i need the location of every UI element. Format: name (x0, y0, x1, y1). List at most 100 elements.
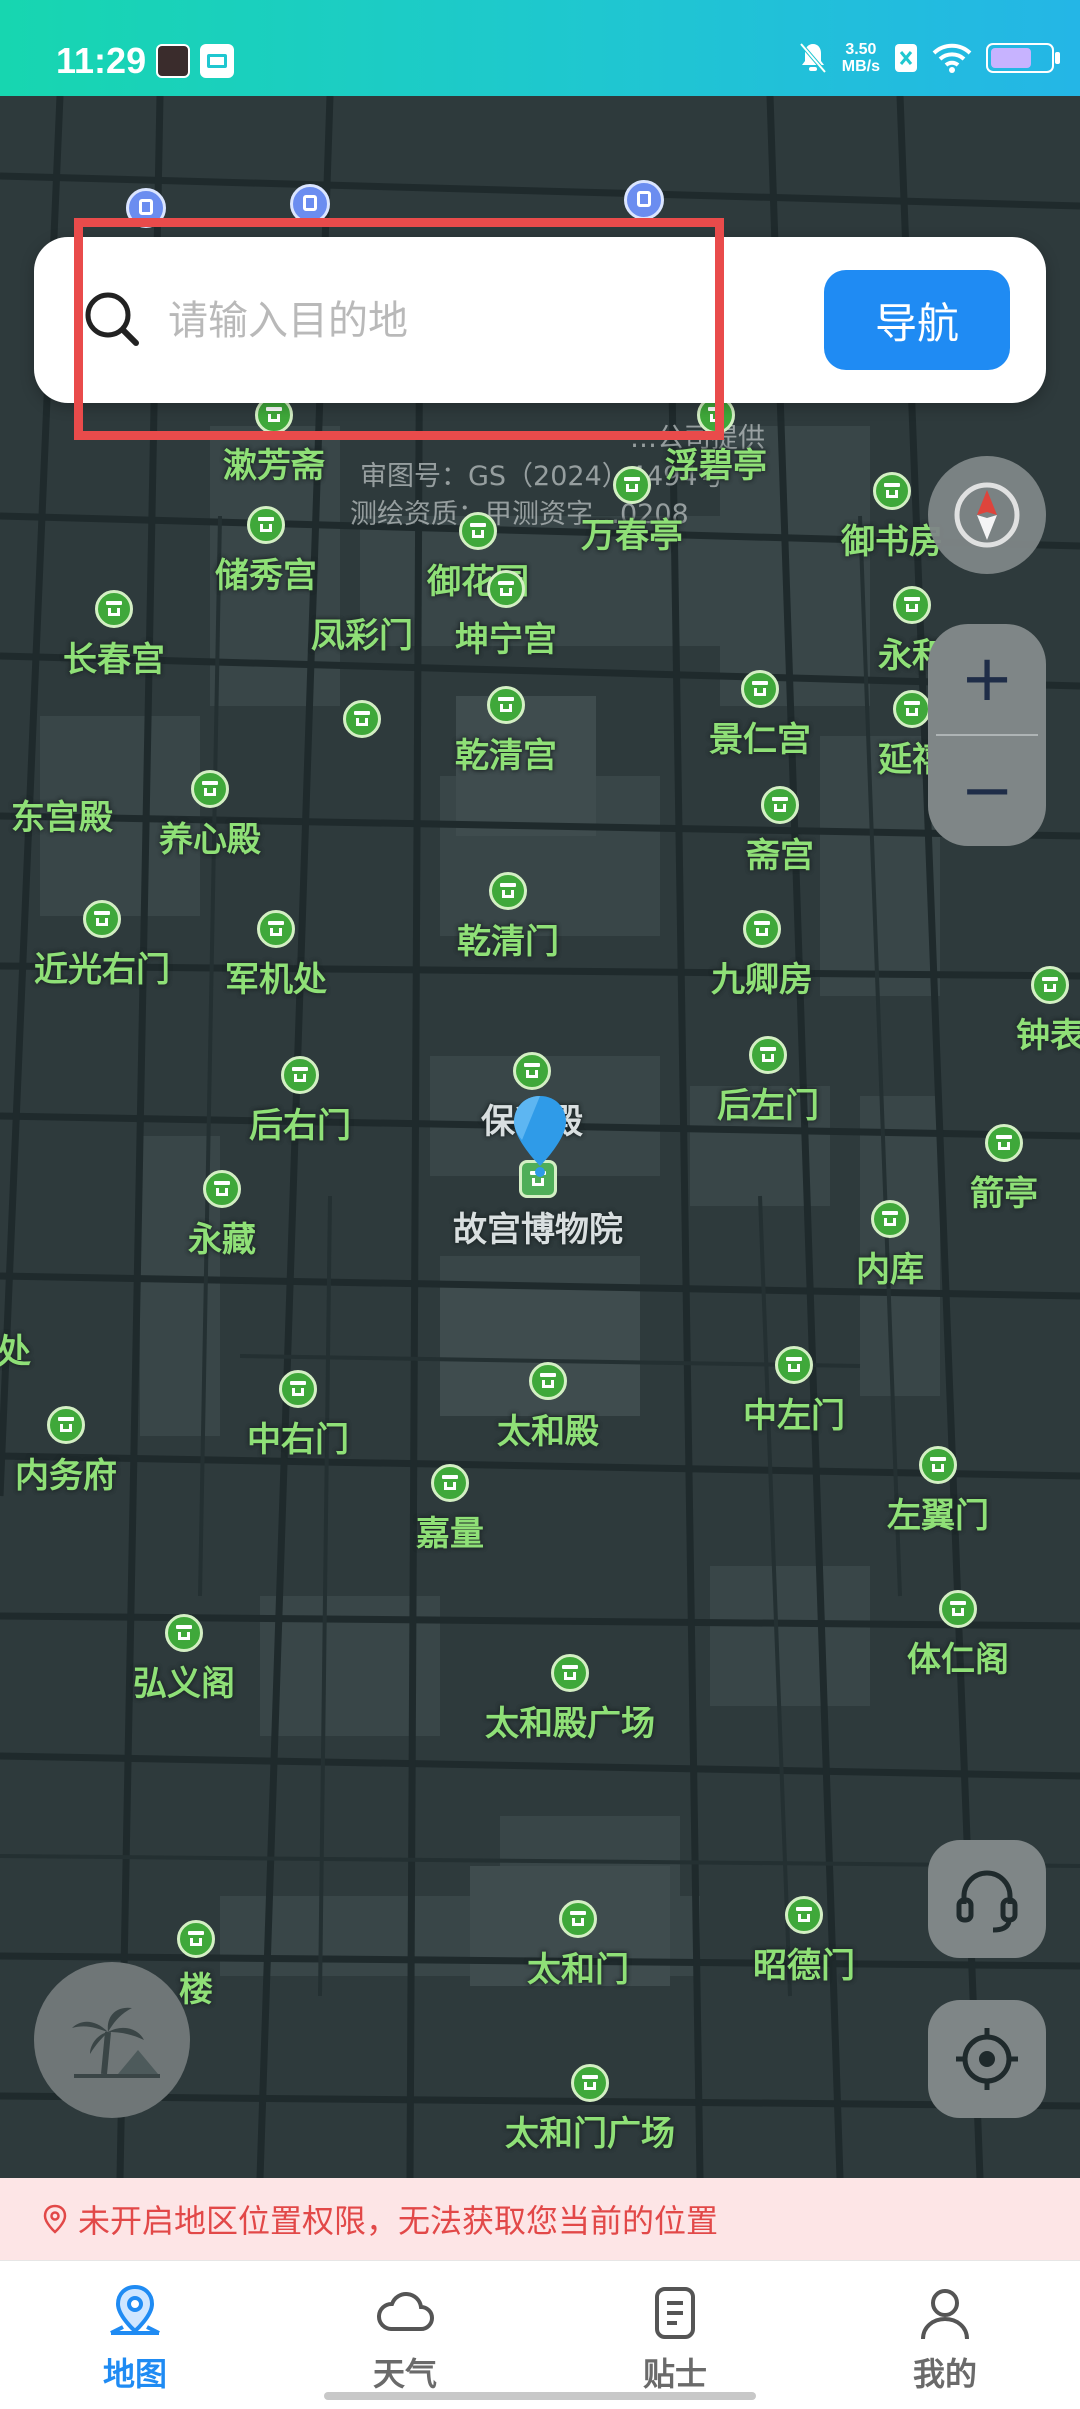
poi-label: 内务府 (15, 1456, 117, 1496)
palace-icon (749, 1036, 787, 1074)
headset-icon (956, 1870, 1018, 1933)
tab-me[interactable]: 我的 (810, 2261, 1080, 2409)
poi-label: 中右门 (247, 1420, 349, 1460)
zoom-in-button[interactable]: + (928, 624, 1046, 734)
net-speed-value: 3.50 (845, 41, 877, 58)
palace-icon (203, 1170, 241, 1208)
poi-label: 嘉量 (416, 1514, 484, 1554)
palace-icon (761, 786, 799, 824)
poi-label: 近光右门 (34, 950, 170, 990)
zoom-control: + − (928, 624, 1046, 846)
poi-marker[interactable]: 景仁宫 (709, 670, 811, 761)
poi-marker[interactable]: 内务府 (15, 1406, 117, 1497)
poi-marker[interactable]: 昭德门 (753, 1896, 855, 1987)
poi-marker[interactable]: 嘉量 (416, 1464, 484, 1555)
mute-icon (799, 42, 827, 74)
palace-icon (95, 590, 133, 628)
customer-service-button[interactable] (928, 1840, 1046, 1958)
poi-marker[interactable]: 中右门 (247, 1370, 349, 1461)
poi-marker[interactable]: 乾清宫 (455, 686, 557, 777)
tips-icon (655, 2287, 695, 2339)
poi-marker[interactable]: 永藏 (188, 1170, 256, 1261)
zoom-out-button[interactable]: − (928, 736, 1046, 846)
status-bar: 11:29 3.50 MB/s (0, 0, 1080, 96)
palace-icon (741, 670, 779, 708)
poi-label: 乾清宫 (455, 736, 557, 776)
my-location-button[interactable] (928, 2000, 1046, 2118)
poi-marker[interactable]: 坤宁宫 (455, 570, 557, 661)
wallet-icon (200, 44, 234, 78)
satellite-layer-button[interactable] (34, 1962, 190, 2118)
highlight-box (74, 218, 724, 440)
poi-label: 漱芳斋 (223, 446, 325, 486)
palace-icon (785, 1896, 823, 1934)
compass-icon (954, 482, 1020, 548)
palm-tree-icon (72, 2007, 160, 2078)
poi-label: 东宫殿 (11, 798, 113, 838)
poi-marker[interactable]: 太和门 (527, 1900, 629, 1991)
tab-tips[interactable]: 贴士 (540, 2261, 810, 2409)
poi-label: 永藏 (188, 1220, 256, 1260)
location-permission-warning[interactable]: 未开启地区位置权限，无法获取您当前的位置 (0, 2178, 1080, 2260)
poi-marker[interactable]: 斋宫 (746, 786, 814, 877)
user-icon (921, 2289, 969, 2340)
poi-label: 浮碧亭 (665, 446, 767, 486)
palace-icon (775, 1346, 813, 1384)
poi-marker[interactable]: 钟表 (1016, 966, 1080, 1057)
poi-marker[interactable]: 中左门 (743, 1346, 845, 1437)
tab-label: 贴士 (642, 2355, 707, 2393)
poi-marker[interactable]: 太和门广场 (505, 2064, 675, 2155)
poi-marker[interactable]: 左翼门 (887, 1446, 989, 1537)
poi-marker[interactable]: 太和殿广场 (485, 1654, 655, 1745)
poi-marker[interactable]: 储秀宫 (215, 506, 317, 597)
poi-marker[interactable]: 东宫殿 (11, 672, 113, 839)
poi-label: 弘义阁 (133, 1664, 235, 1704)
poi-marker[interactable]: 弘义阁 (133, 1614, 235, 1705)
poi-label: 内库 (856, 1250, 924, 1290)
bus-stop-icon[interactable] (624, 180, 664, 220)
navigate-button[interactable]: 导航 (824, 270, 1010, 370)
palace-icon (571, 2064, 609, 2102)
poi-marker[interactable]: 九卿房 (711, 910, 813, 1001)
bottom-tab-bar: 地图 天气 贴士 我的 (0, 2260, 1080, 2409)
palace-icon (743, 910, 781, 948)
poi-marker[interactable]: 长春宫 (63, 590, 165, 681)
poi-marker[interactable]: 后左门 (717, 1036, 819, 1127)
status-right-group: 3.50 MB/s (798, 36, 1060, 80)
cloud-icon (377, 2292, 434, 2331)
compass-button[interactable] (928, 456, 1046, 574)
poi-marker[interactable]: 太和殿 (497, 1362, 599, 1453)
poi-marker[interactable]: 养心殿 (159, 770, 261, 861)
tab-map[interactable]: 地图 (0, 2261, 270, 2409)
network-speed: 3.50 MB/s (842, 41, 880, 75)
palace-icon (247, 506, 285, 544)
tab-weather[interactable]: 天气 (270, 2261, 540, 2409)
home-indicator[interactable] (324, 2392, 756, 2400)
poi-marker[interactable]: 处 (0, 1282, 33, 1373)
palace-icon (279, 1370, 317, 1408)
selected-location-pin-icon[interactable] (510, 1094, 570, 1180)
poi-label: 后左门 (717, 1086, 819, 1126)
poi-marker[interactable]: 军机处 (225, 910, 327, 1001)
poi-marker[interactable]: 内库 (856, 1200, 924, 1291)
poi-marker[interactable]: 乾清门 (457, 872, 559, 963)
notification-icon (156, 44, 190, 78)
poi-label: 故宫博物院 (453, 1210, 623, 1250)
palace-icon (513, 1052, 551, 1090)
palace-icon (893, 586, 931, 624)
palace-icon (893, 690, 931, 728)
palace-icon (873, 472, 911, 510)
poi-marker[interactable]: 箭亭 (970, 1124, 1038, 1215)
poi-marker[interactable]: 近光右门 (34, 900, 170, 991)
palace-icon (281, 1056, 319, 1094)
poi-marker[interactable]: 体仁阁 (907, 1590, 1009, 1681)
poi-label: 景仁宫 (709, 720, 811, 760)
poi-label: 钟表 (1016, 1016, 1080, 1056)
battery-icon (986, 43, 1060, 73)
poi-label: 凤彩门 (311, 616, 413, 656)
palace-icon (487, 686, 525, 724)
location-pin-icon (43, 2204, 67, 2234)
poi-marker[interactable]: 后右门 (249, 1056, 351, 1147)
poi-label: 箭亭 (970, 1174, 1038, 1214)
palace-icon (431, 1464, 469, 1502)
